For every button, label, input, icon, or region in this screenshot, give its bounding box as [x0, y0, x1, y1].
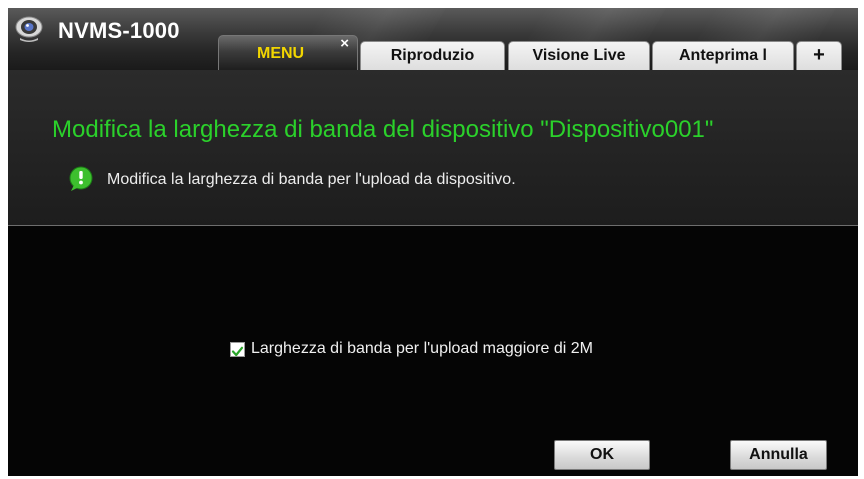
tab-label: MENU [257, 45, 305, 62]
tab-label: Riproduzio [390, 47, 475, 64]
page-title: Modifica la larghezza di banda del dispo… [52, 116, 714, 143]
tab-anteprima[interactable]: Anteprima l [652, 41, 794, 70]
webcam-icon [15, 16, 43, 42]
app-title: NVMS-1000 [58, 18, 180, 43]
ok-button[interactable]: OK [554, 440, 650, 470]
tab-menu[interactable]: MENU × [218, 35, 358, 70]
tab-label: Visione Live [532, 47, 626, 64]
tab-visione-live[interactable]: Visione Live [508, 41, 650, 70]
divider [8, 225, 858, 226]
checkmark-icon [231, 346, 244, 357]
upload-bandwidth-label[interactable]: Larghezza di banda per l'upload maggiore… [251, 340, 593, 358]
app-window: NVMS-1000 MENU × Riproduzio Visione Live… [8, 8, 858, 476]
tab-riproduzione[interactable]: Riproduzio [360, 41, 505, 70]
tab-label: Anteprima l [678, 47, 767, 64]
dialog-header [8, 70, 858, 225]
close-icon[interactable]: × [340, 34, 349, 54]
info-bubble-icon [69, 166, 93, 191]
tip-text: Modifica la larghezza di banda per l'upl… [107, 171, 516, 188]
cancel-button[interactable]: Annulla [730, 440, 827, 470]
title-bar: NVMS-1000 MENU × Riproduzio Visione Live… [8, 8, 858, 70]
upload-bandwidth-checkbox[interactable] [230, 342, 245, 357]
add-tab-button[interactable]: + [796, 41, 842, 70]
plus-icon: + [813, 44, 825, 66]
